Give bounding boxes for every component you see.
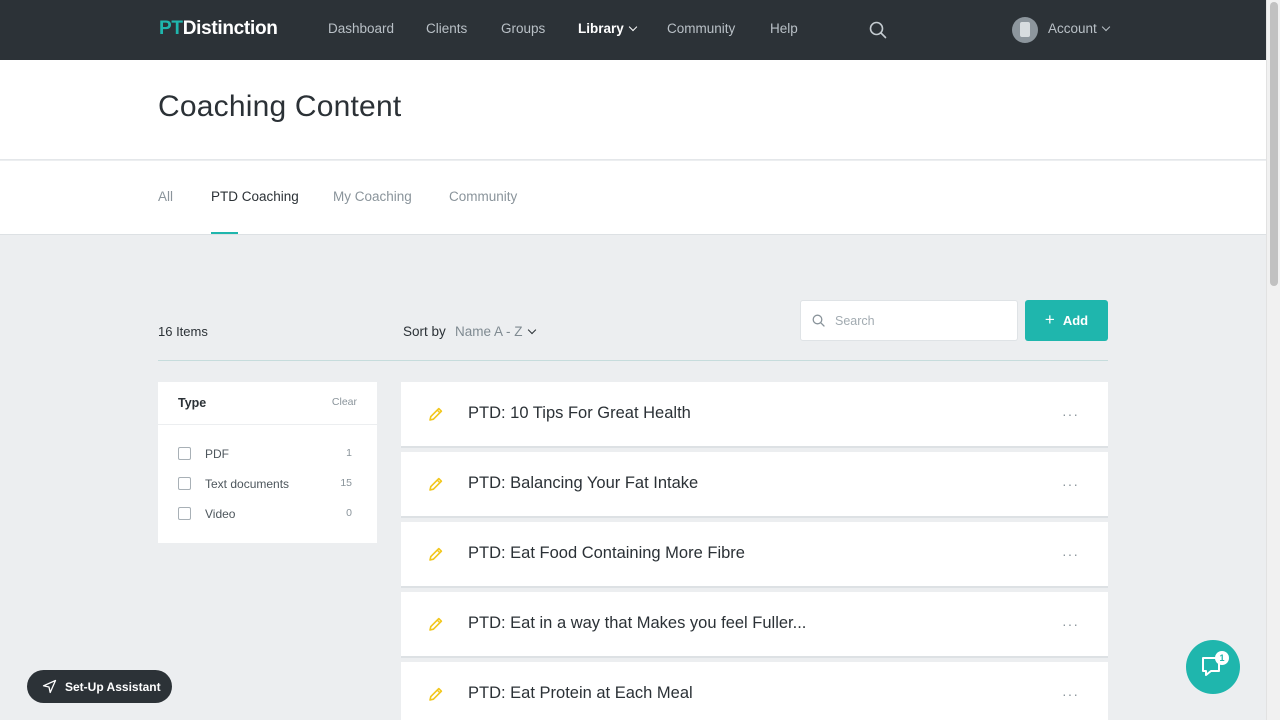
filter-option-pdf[interactable]: PDF 1 [158,439,377,469]
logo[interactable]: PTDistinction [159,18,278,40]
add-button[interactable]: + Add [1025,300,1108,341]
checkbox[interactable] [178,447,191,460]
nav-groups[interactable]: Groups [501,21,545,36]
list-item-title: PTD: 10 Tips For Great Health [468,404,691,422]
nav-clients[interactable]: Clients [426,21,467,36]
tab-my-coaching[interactable]: My Coaching [333,189,412,204]
list-item[interactable]: PTD: Eat Protein at Each Meal ··· [401,662,1108,720]
chat-launcher-button[interactable]: 1 [1186,640,1240,694]
more-icon[interactable]: ··· [1062,546,1079,562]
filter-option-video[interactable]: Video 0 [158,499,377,529]
nav-library[interactable]: Library [578,21,638,36]
nav-library-label: Library [578,21,624,36]
plus-icon: + [1044,310,1055,329]
sort-label: Sort by [403,324,446,339]
nav-dashboard[interactable]: Dashboard [328,21,394,36]
filter-option-label: Text documents [205,477,290,491]
filter-option-text-documents[interactable]: Text documents 15 [158,469,377,499]
pencil-icon [427,686,444,708]
logo-distinction: Distinction [182,18,278,39]
setup-assistant-button[interactable]: Set-Up Assistant [27,670,172,703]
checkbox[interactable] [178,507,191,520]
filter-clear-button[interactable]: Clear [332,396,357,408]
account-menu[interactable]: Account [1048,21,1111,36]
filter-option-label: Video [205,507,236,521]
toolbar-divider [158,360,1108,361]
active-tab-indicator [211,232,238,234]
tab-all[interactable]: All [158,189,173,204]
filter-option-count: 15 [340,477,352,489]
filter-option-count: 1 [346,447,352,459]
type-filter-panel: Type Clear PDF 1 Text documents 15 Video… [158,382,377,543]
nav-community[interactable]: Community [667,21,735,36]
pencil-icon [427,546,444,568]
list-item[interactable]: PTD: 10 Tips For Great Health ··· [401,382,1108,448]
setup-assistant-label: Set-Up Assistant [65,679,161,694]
more-icon[interactable]: ··· [1062,406,1079,422]
pencil-icon [427,406,444,428]
pencil-icon [427,616,444,638]
chevron-down-icon [1101,22,1111,32]
filter-header: Type Clear [158,382,377,425]
top-navigation-bar: PTDistinction Dashboard Clients Groups L… [0,0,1266,60]
search-icon [812,314,825,327]
sort-dropdown[interactable]: Name A - Z [455,324,536,339]
filter-option-label: PDF [205,447,229,461]
items-count: 16 Items [158,324,208,339]
list-item[interactable]: PTD: Eat Food Containing More Fibre ··· [401,522,1108,588]
navigation-arrow-icon [42,679,57,694]
page-title: Coaching Content [158,90,402,123]
scrollbar-thumb[interactable] [1270,2,1278,286]
scrollbar[interactable] [1266,0,1280,720]
sort-value: Name A - Z [455,324,523,339]
logo-pt: PT [159,18,183,39]
chat-notification-badge: 1 [1215,651,1229,665]
tab-ptd-coaching[interactable]: PTD Coaching [211,189,299,204]
list-item-title: PTD: Eat Protein at Each Meal [468,684,693,702]
tab-bar: All PTD Coaching My Coaching Community [0,161,1266,235]
add-button-label: Add [1062,313,1089,328]
filter-option-count: 0 [346,507,352,519]
account-label: Account [1048,21,1097,36]
more-icon[interactable]: ··· [1062,476,1079,492]
chevron-down-icon [628,22,638,32]
list-item-title: PTD: Eat Food Containing More Fibre [468,544,745,562]
tab-community[interactable]: Community [449,189,517,204]
avatar[interactable] [1012,17,1038,43]
more-icon[interactable]: ··· [1062,616,1079,632]
pencil-icon [427,476,444,498]
search-input[interactable] [835,311,1005,331]
nav-help[interactable]: Help [770,21,798,36]
search-box[interactable] [800,300,1018,341]
search-icon[interactable] [869,21,887,39]
page-header: Coaching Content [0,60,1266,160]
checkbox[interactable] [178,477,191,490]
list-item-title: PTD: Eat in a way that Makes you feel Fu… [468,614,807,632]
list-item-title: PTD: Balancing Your Fat Intake [468,474,699,492]
chevron-down-icon [527,325,536,335]
more-icon[interactable]: ··· [1062,686,1079,702]
list-item[interactable]: PTD: Eat in a way that Makes you feel Fu… [401,592,1108,658]
list-item[interactable]: PTD: Balancing Your Fat Intake ··· [401,452,1108,518]
filter-title: Type [178,396,207,410]
